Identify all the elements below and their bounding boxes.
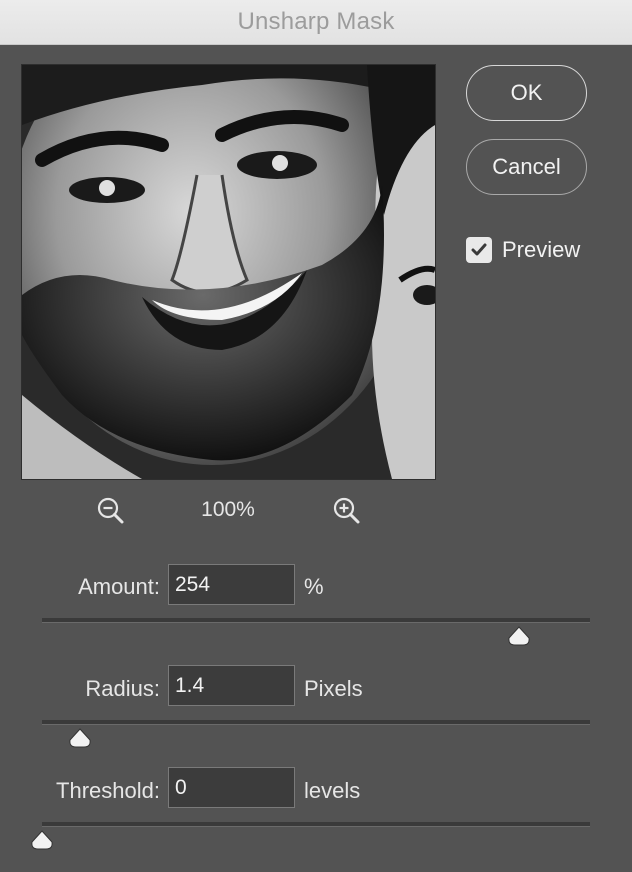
radius-slider-track[interactable] <box>42 720 590 725</box>
preview-image[interactable] <box>21 64 436 480</box>
amount-unit: % <box>304 574 324 599</box>
preview-photo <box>22 65 435 479</box>
ok-button-label: OK <box>510 80 543 105</box>
zoom-level: 100% <box>201 498 255 521</box>
ok-button[interactable]: OK <box>466 65 587 121</box>
title-bar: Unsharp Mask <box>0 0 632 45</box>
threshold-field[interactable] <box>168 767 295 808</box>
amount-slider-thumb[interactable] <box>507 626 531 646</box>
radius-slider-thumb[interactable] <box>68 728 92 748</box>
threshold-slider-thumb[interactable] <box>30 830 54 850</box>
zoom-in-icon[interactable] <box>331 495 363 527</box>
threshold-label: Threshold: <box>56 778 160 803</box>
threshold-unit: levels <box>304 778 361 803</box>
window-title: Unsharp Mask <box>237 8 395 35</box>
cancel-button[interactable]: Cancel <box>466 139 587 195</box>
radius-field[interactable] <box>168 665 295 706</box>
preview-label: Preview <box>502 237 581 262</box>
zoom-out-icon[interactable] <box>95 495 127 527</box>
amount-field[interactable] <box>168 564 295 605</box>
checkmark-icon <box>471 243 487 256</box>
radius-unit: Pixels <box>304 676 363 701</box>
cancel-button-label: Cancel <box>492 154 561 179</box>
preview-checkbox[interactable]: Preview <box>466 235 580 265</box>
threshold-slider-track[interactable] <box>42 822 590 827</box>
amount-slider-track[interactable] <box>42 618 590 623</box>
zoom-controls: 100% <box>0 492 632 532</box>
amount-label: Amount: <box>78 574 160 599</box>
checkbox-box[interactable] <box>466 237 492 263</box>
radius-label: Radius: <box>85 676 160 701</box>
